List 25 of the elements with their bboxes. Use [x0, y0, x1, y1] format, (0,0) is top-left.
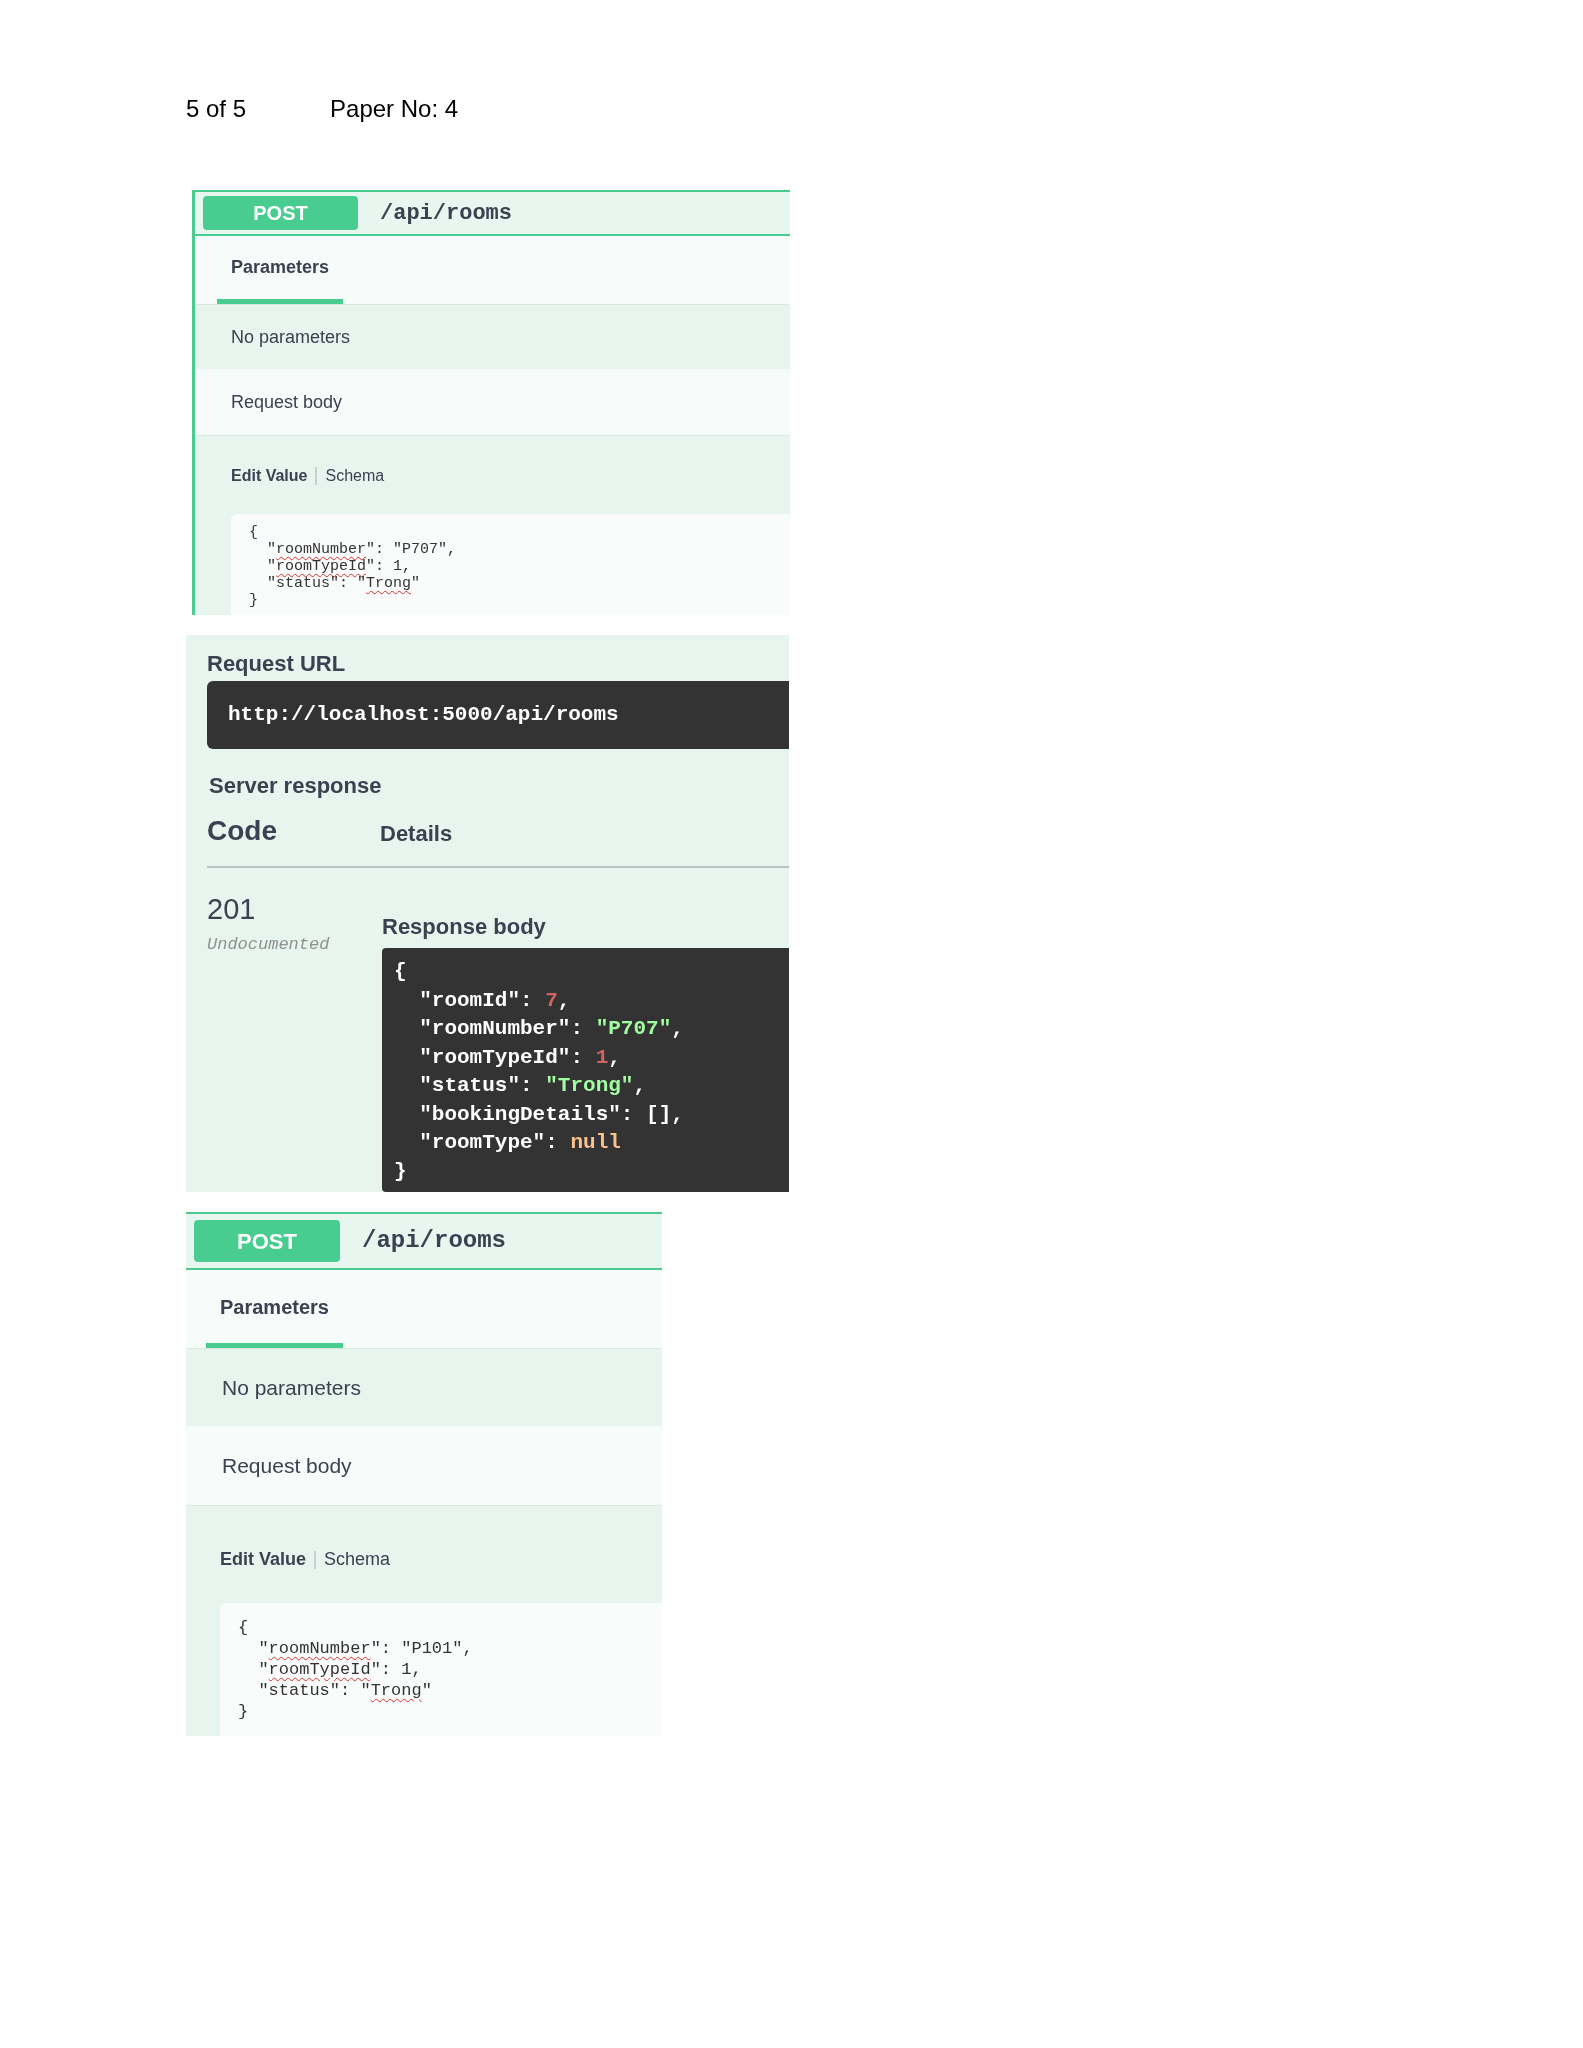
schema-tab[interactable]: Schema — [324, 1546, 391, 1573]
request-body-editor[interactable]: { "roomNumber": "P101", "roomTypeId": 1, "status": "Trong" } — [220, 1603, 662, 1736]
endpoint-path: /api/rooms — [380, 199, 513, 228]
request-body-editor[interactable]: { "roomNumber": "P707", "roomTypeId": 1, "status": "Trong" } — [231, 514, 790, 615]
schema-tab[interactable]: Schema — [325, 464, 385, 488]
endpoint-path: /api/rooms — [362, 1226, 507, 1256]
paper-number: Paper No: 4 — [330, 94, 459, 124]
no-parameters-text: No parameters — [231, 325, 351, 349]
column-header: Details — [380, 820, 453, 848]
response-body-heading: Response body — [382, 913, 547, 940]
edit-value-tab[interactable]: Edit Value — [231, 464, 308, 488]
edit-value-tab[interactable]: Edit Value — [220, 1546, 307, 1573]
column-header: Code — [207, 814, 278, 848]
no-parameters-text: No parameters — [222, 1374, 361, 1401]
status-code: 201 — [207, 892, 257, 927]
response-body-code: { "roomId": 7, "roomNumber": "P707", "roomTypeId": 1, "status": "Trong", "bookingDetails": [], "roomType": null } — [382, 948, 789, 1192]
method-badge: POST — [194, 1220, 340, 1262]
request-url-heading: Request URL — [207, 650, 347, 677]
method-badge: POST — [203, 196, 358, 230]
server-response-heading: Server response — [209, 772, 383, 800]
request-body-label: Request body — [231, 390, 343, 414]
request-body-label: Request body — [222, 1452, 352, 1479]
page-number: 5 of 5 — [186, 94, 247, 124]
request-url: http://localhost:5000/api/rooms — [228, 702, 619, 729]
status-note: Undocumented — [207, 933, 331, 956]
